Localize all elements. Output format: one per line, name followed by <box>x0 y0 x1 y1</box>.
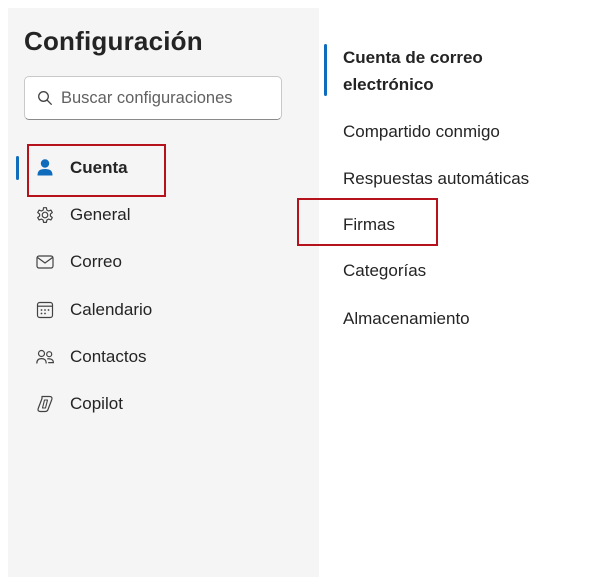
gear-icon <box>34 204 56 226</box>
nav-item-contactos[interactable]: Contactos <box>24 340 147 374</box>
nav-item-label: Copilot <box>70 394 123 413</box>
nav-item-correo[interactable]: Correo <box>24 245 122 279</box>
person-icon <box>34 157 56 179</box>
nav-item-general[interactable]: General <box>24 198 130 232</box>
nav-item-cuenta[interactable]: Cuenta <box>24 151 128 185</box>
nav-item-calendario[interactable]: Calendario <box>24 293 152 327</box>
people-icon <box>34 346 56 368</box>
search-icon <box>38 91 52 105</box>
nav-item-label: General <box>70 205 131 224</box>
settings-title: Configuración <box>24 26 203 56</box>
nav-item-label: Correo <box>70 252 122 271</box>
nav-item-label: Cuenta <box>70 158 128 177</box>
mail-icon <box>34 251 56 273</box>
subnav-item-firmas[interactable]: Firmas <box>343 211 395 238</box>
settings-window: Configuración Cuenta General <box>0 0 600 585</box>
subnav-item-almacenamiento[interactable]: Almacenamiento <box>343 305 470 332</box>
subnav-item-compartido-conmigo[interactable]: Compartido conmigo <box>343 118 500 145</box>
search-box[interactable] <box>24 76 282 120</box>
subnav-item-categorias[interactable]: Categorías <box>343 257 426 284</box>
subnav-item-respuestas-automaticas[interactable]: Respuestas automáticas <box>343 165 529 192</box>
calendar-icon <box>34 299 56 321</box>
subnav-item-cuenta-de-correo[interactable]: Cuenta de correo electrónico <box>343 44 533 98</box>
nav-item-label: Calendario <box>70 300 153 319</box>
copilot-icon <box>34 393 56 415</box>
nav-selection-indicator <box>16 156 19 180</box>
subnav-selection-indicator <box>324 44 327 96</box>
nav-item-copilot[interactable]: Copilot <box>24 387 123 421</box>
nav-item-label: Contactos <box>70 347 147 366</box>
search-input[interactable] <box>61 88 271 108</box>
